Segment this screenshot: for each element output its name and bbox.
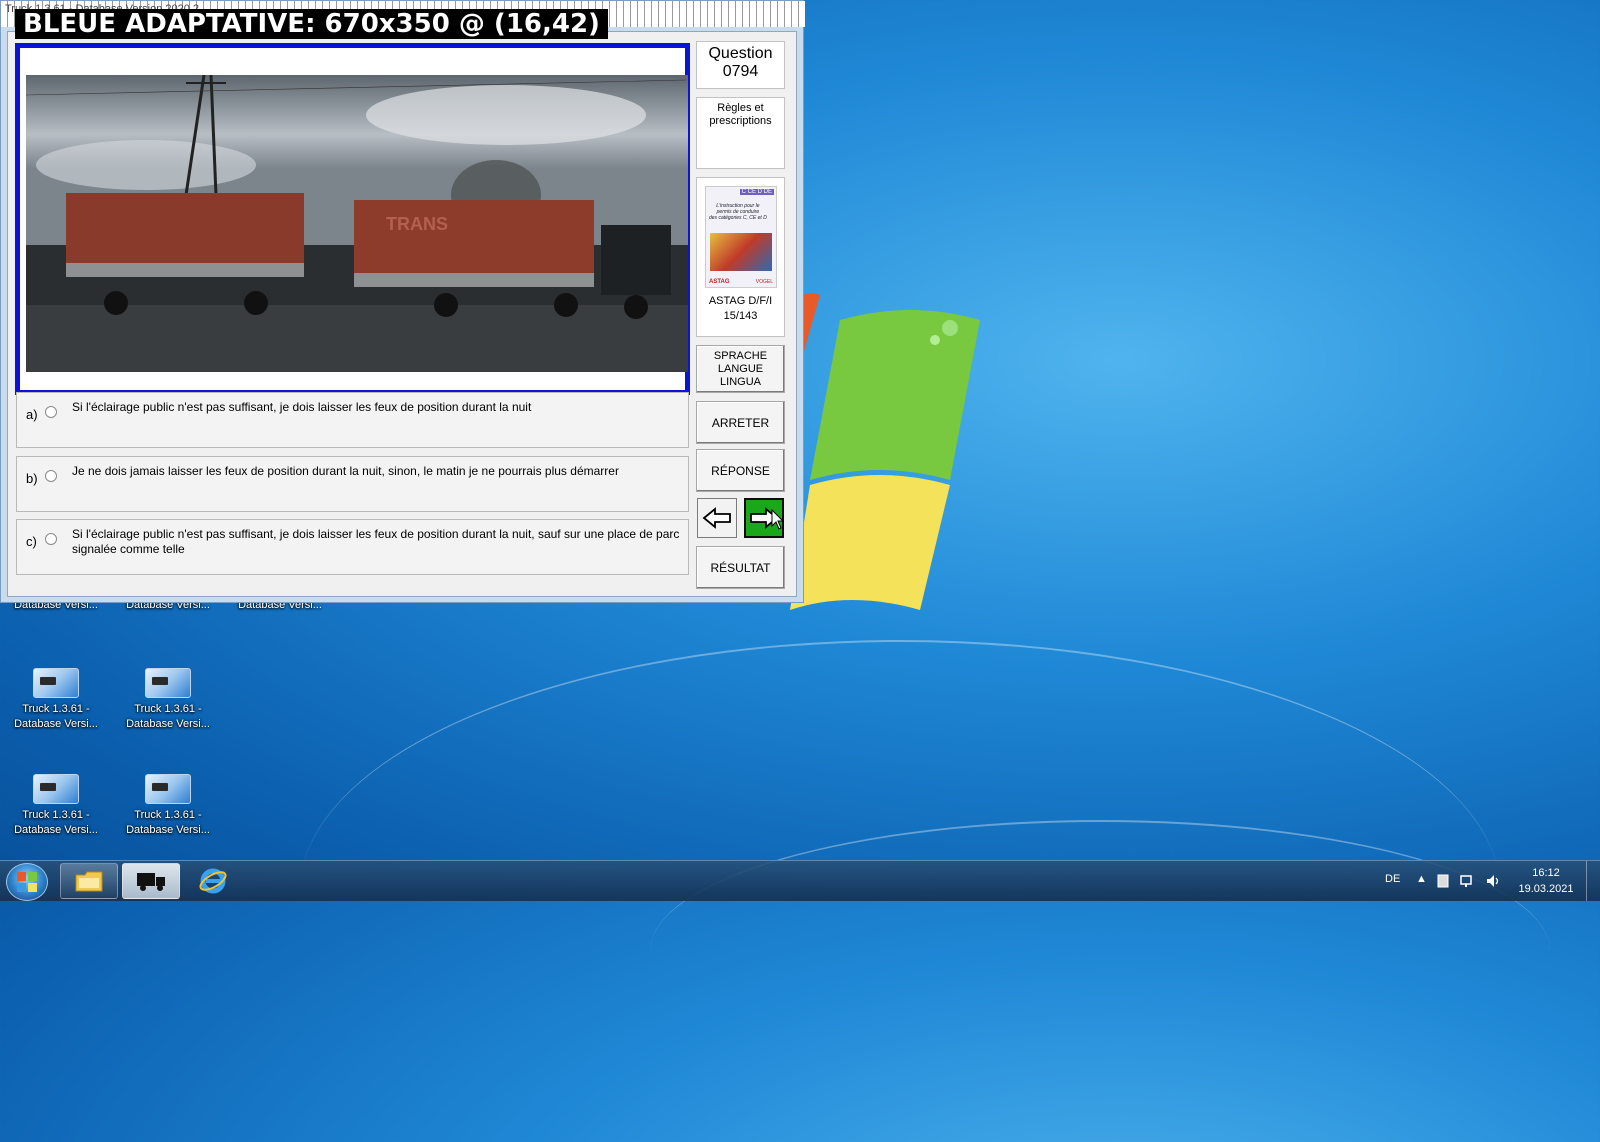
answer-text: Je ne dois jamais laisser les feux de po… [72,464,619,478]
desktop-shortcut-label: Truck 1.3.61 - [134,703,202,715]
book-badge: C CE D DE [739,189,774,195]
book-source: ASTAG D/F/I 15/143 [697,294,784,324]
taskbar: DE ▲ 16:12 19.03.2021 [0,860,1600,901]
language-indicator[interactable]: DE [1385,873,1400,885]
answer-option-a[interactable]: a) Si l'éclairage public n'est pas suffi… [16,392,689,448]
language-label: LINGUA [720,375,761,388]
answer-letter: a) [26,407,38,422]
desktop-shortcut[interactable]: Truck 1.3.61 - Database Versi... [6,774,106,838]
question-photo: TRANS [26,75,688,372]
answer-radio[interactable] [45,533,57,545]
category-line: prescriptions [709,115,772,127]
desktop-shortcut-label: Database Versi... [14,824,98,836]
previous-button[interactable] [697,498,737,538]
folder-icon [75,871,103,892]
book-brand-left: ASTAG [709,279,730,285]
desktop-shortcut-label: Truck 1.3.61 - [134,809,202,821]
truck-app-icon [33,774,79,804]
truck-app-icon [33,668,79,698]
question-label: Question [708,45,773,62]
language-button[interactable]: SPRACHE LANGUE LINGUA [696,345,785,393]
language-label: LANGUE [717,362,764,375]
book-cover-bus-image [710,233,772,271]
result-button[interactable]: RÉSULTAT [696,546,785,589]
book-brand-right: VOGEL [755,279,773,285]
book-source-line: ASTAG D/F/I [708,295,773,307]
desktop-shortcut-label: Database Versi... [126,824,210,836]
app-window: Truck 1.3.61 - Database Version 2020.2 B… [0,0,805,603]
truck-app-icon [145,668,191,698]
truck-scene-image: TRANS [26,75,688,372]
network-icon[interactable] [1460,874,1476,888]
desktop-shortcut[interactable]: Truck 1.3.61 - Database Versi... [118,774,218,838]
trailer-brand-text: TRANS [386,214,448,234]
truck-icon [137,873,165,891]
desktop-shortcut-label: Database Versi... [14,718,98,730]
tray-expand-icon[interactable]: ▲ [1416,873,1427,885]
desktop-shortcut-label: Truck 1.3.61 - [22,703,90,715]
book-cover-text: L'instruction pour le permis de conduire… [709,203,767,221]
overlay-banner: BLEUE ADAPTATIVE: 670x350 @ (16,42) [15,9,608,39]
answer-letter: b) [26,471,38,486]
mouse-cursor-icon [771,509,785,530]
answer-option-b[interactable]: b) Je ne dois jamais laisser les feux de… [16,456,689,512]
desktop-shortcut-label: Truck 1.3.61 - [22,809,90,821]
desktop-shortcut-label: Database Versi... [126,718,210,730]
windows-logo [790,293,980,610]
windows-start-icon [17,872,37,892]
volume-icon[interactable] [1486,874,1502,888]
book-cover-line: des catégories C, CE et D [709,215,767,221]
language-label: SPRACHE [713,349,768,362]
book-cover: C CE D DE L'instruction pour le permis d… [705,186,777,288]
book-source-line: 15/143 [723,310,758,322]
desktop-shortcut[interactable]: Truck 1.3.61 - Database Versi... [118,668,218,732]
action-center-icon[interactable] [1436,874,1450,888]
arrow-left-icon [702,507,731,529]
answer-letter: c) [26,534,37,549]
taskbar-explorer[interactable] [60,863,118,899]
stop-button[interactable]: ARRETER [696,401,785,444]
category-line: Règles et [717,102,764,114]
answer-text: Si l'éclairage public n'est pas suffisan… [72,527,680,556]
clock-date: 19.03.2021 [1518,883,1574,895]
show-desktop-button[interactable] [1586,861,1600,901]
clock[interactable]: 16:12 19.03.2021 [1516,865,1576,897]
answer-radio[interactable] [45,470,57,482]
answer-option-c[interactable]: c) Si l'éclairage public n'est pas suffi… [16,519,689,575]
answer-radio[interactable] [45,406,57,418]
category-box: Règles et prescriptions [696,97,785,169]
taskbar-truck-app[interactable] [122,863,180,899]
question-number: 0794 [722,63,759,80]
question-image-frame: TRANS [15,43,690,395]
answer-button[interactable]: RÉPONSE [696,449,785,492]
question-number-box: Question 0794 [696,41,785,89]
source-book-box: C CE D DE L'instruction pour le permis d… [696,177,785,337]
answer-text: Si l'éclairage public n'est pas suffisan… [72,400,532,414]
internet-explorer-icon [199,868,227,894]
truck-app-icon [145,774,191,804]
clock-time: 16:12 [1532,867,1560,879]
taskbar-internet-explorer[interactable] [184,863,242,899]
start-button[interactable] [6,863,48,901]
desktop-shortcut[interactable]: Truck 1.3.61 - Database Versi... [6,668,106,732]
